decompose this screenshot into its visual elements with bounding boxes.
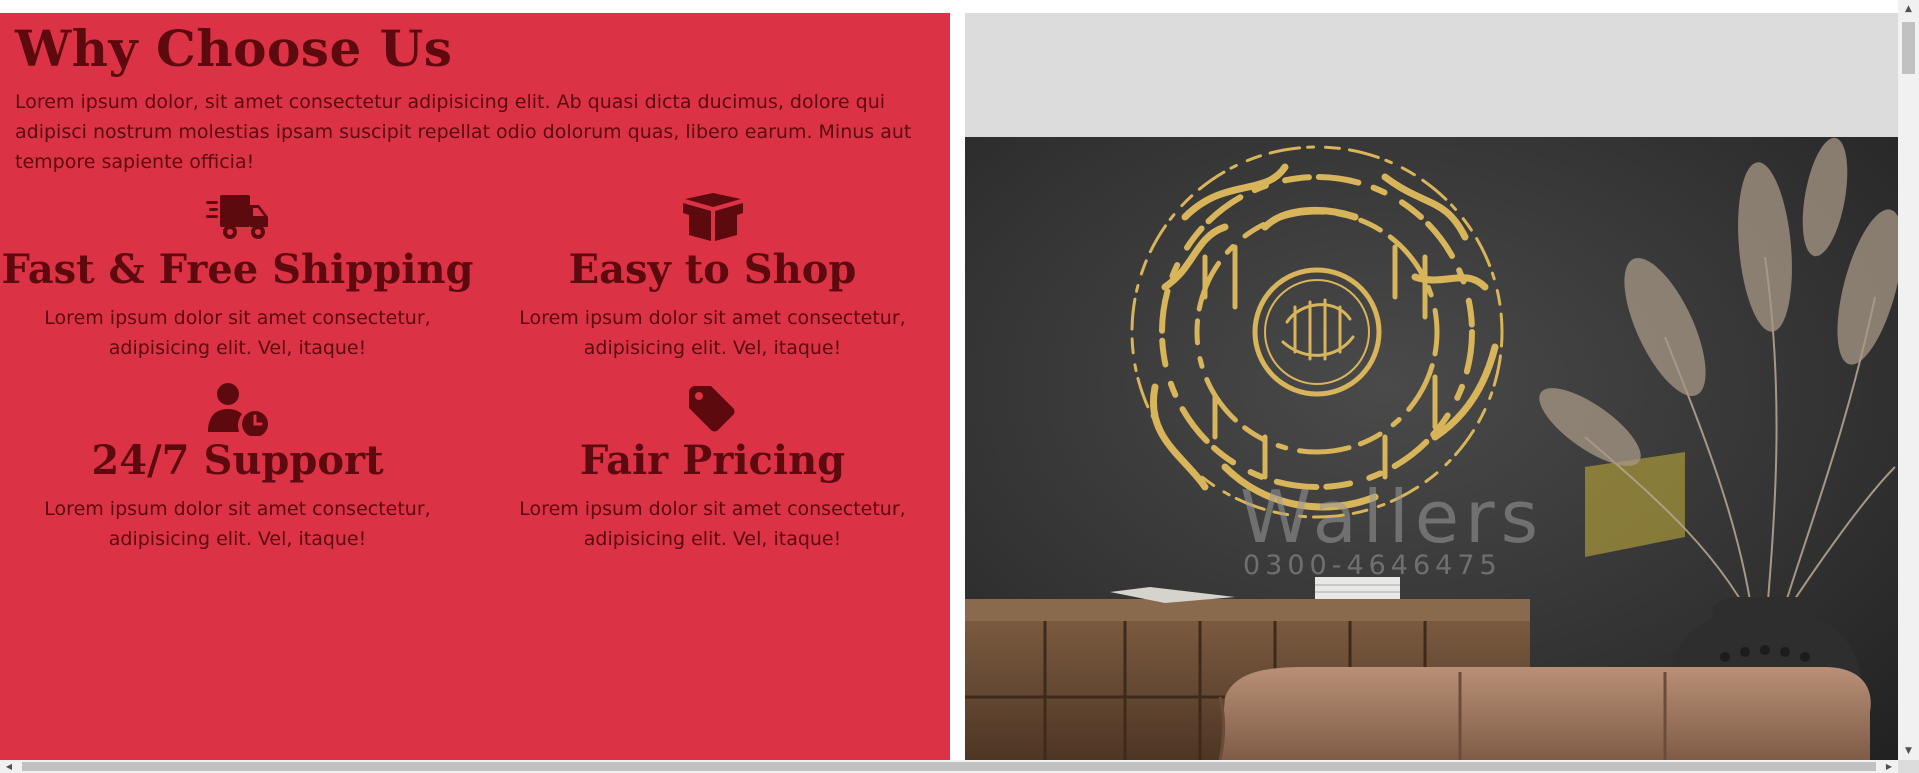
section-title: Why Choose Us <box>15 19 453 78</box>
console-top <box>965 599 1530 621</box>
user-clock-icon <box>207 383 268 436</box>
scroll-up-arrow-icon[interactable]: ▲ <box>1898 0 1919 18</box>
watermark-brand: Wallers <box>1240 475 1544 559</box>
product-photo: Wallers 0300-4646475 <box>965 137 1898 760</box>
feature-support: 24/7 Support Lorem ipsum dolor sit amet … <box>0 382 475 554</box>
image-panel: Wallers 0300-4646475 <box>965 13 1898 760</box>
book-stack <box>1315 577 1400 599</box>
feature-pricing: Fair Pricing Lorem ipsum dolor sit amet … <box>475 382 950 554</box>
watermark-phone: 0300-4646475 <box>1243 550 1502 581</box>
feature-title: 24/7 Support <box>91 437 384 484</box>
horizontal-scroll-thumb[interactable] <box>22 762 1876 771</box>
vertical-scroll-thumb[interactable] <box>1902 22 1915 74</box>
feature-easy-shop: Easy to Shop Lorem ipsum dolor sit amet … <box>475 191 950 363</box>
scrollbar-corner <box>1898 760 1919 773</box>
box-open-icon <box>682 193 743 241</box>
feature-description: Lorem ipsum dolor sit amet consectetur, … <box>519 498 906 550</box>
section-intro: Lorem ipsum dolor, sit amet consectetur … <box>15 91 912 173</box>
feature-title: Fast & Free Shipping <box>1 246 474 293</box>
feature-title: Easy to Shop <box>568 246 857 293</box>
scroll-left-arrow-icon[interactable]: ◀ <box>0 760 18 773</box>
scroll-right-arrow-icon[interactable]: ▶ <box>1880 760 1898 773</box>
vertical-scrollbar[interactable]: ▲ ▼ <box>1898 0 1919 760</box>
top-strip <box>0 0 1898 13</box>
sofa <box>1220 667 1871 760</box>
feature-title: Fair Pricing <box>579 437 846 484</box>
panel-gap <box>950 13 965 760</box>
feature-description: Lorem ipsum dolor sit amet consectetur, … <box>44 498 431 550</box>
feature-description: Lorem ipsum dolor sit amet consectetur, … <box>519 307 906 359</box>
horizontal-scrollbar[interactable]: ◀ ▶ <box>0 760 1898 773</box>
why-choose-us-panel: Why Choose Us Lorem ipsum dolor, sit ame… <box>0 13 950 760</box>
feature-description: Lorem ipsum dolor sit amet consectetur, … <box>44 307 431 359</box>
page: Why Choose Us Lorem ipsum dolor, sit ame… <box>0 0 1919 773</box>
tag-icon <box>688 386 734 432</box>
scroll-down-arrow-icon[interactable]: ▼ <box>1898 742 1919 760</box>
feature-shipping: Fast & Free Shipping Lorem ipsum dolor s… <box>0 191 475 363</box>
shipping-fast-icon <box>205 195 268 239</box>
